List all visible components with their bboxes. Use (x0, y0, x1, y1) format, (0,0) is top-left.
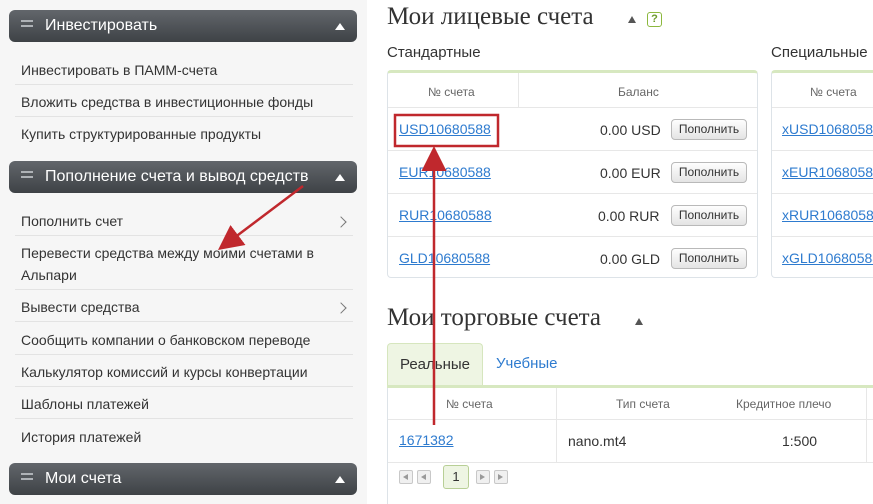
menu-grip-icon (21, 473, 33, 485)
section-title: Мои счета (45, 470, 122, 487)
sidebar-item-fee-calculator[interactable]: Калькулятор комиссий и курсы конвертации (15, 361, 353, 387)
chevron-right-icon (335, 215, 347, 228)
sidebar-item-label: Сообщить компании о банковском переводе (21, 332, 311, 348)
table-row: USD10680588 0.00 USD Пополнить (388, 108, 757, 151)
sidebar-item-transfer[interactable]: Перевести средства между моими счетами в… (15, 242, 353, 290)
first-page-icon[interactable] (399, 470, 413, 484)
collapse-arrow-icon[interactable] (335, 476, 345, 483)
table-row: xRUR10680588 (772, 194, 873, 237)
special-accounts-table: № счета xUSD10680588 xEUR10680588 xRUR10… (771, 70, 873, 278)
personal-accounts-title: Мои лицевые счета (387, 3, 594, 30)
current-page[interactable]: 1 (443, 465, 469, 489)
last-page-icon[interactable] (494, 470, 508, 484)
collapse-arrow-icon[interactable] (335, 174, 345, 181)
table-header-row: № счета (772, 73, 873, 108)
account-link-rur[interactable]: RUR10680588 (399, 207, 492, 223)
prev-page-icon[interactable] (417, 470, 431, 484)
column-header-number: № счета (428, 85, 475, 99)
sidebar-item-label: Калькулятор комиссий и курсы конвертации (21, 364, 308, 380)
special-accounts-label: Специальные (771, 44, 868, 61)
table-header-row: № счета Тип счета Кредитное плечо (388, 388, 873, 420)
section-title: Пополнение счета и вывод средств (45, 168, 309, 185)
collapse-arrow-icon[interactable] (335, 23, 345, 30)
account-type-value: nano.mt4 (568, 433, 627, 449)
section-header-my-accounts[interactable]: Мои счета (9, 463, 357, 495)
collapse-arrow-icon[interactable] (635, 318, 643, 325)
special-account-link-eur[interactable]: xEUR10680588 (782, 164, 873, 180)
table-row: 1671382 nano.mt4 1:500 (388, 420, 873, 463)
special-account-link-rur[interactable]: xRUR10680588 (782, 207, 873, 223)
tab-demo[interactable]: Учебные (496, 355, 558, 372)
section-title: Инвестировать (45, 17, 158, 34)
main-content: Мои лицевые счета ? Стандартные Специаль… (367, 0, 873, 504)
sidebar-item-structured-products[interactable]: Купить структурированные продукты (15, 123, 353, 149)
table-row: xGLD10680588 (772, 237, 873, 277)
trading-accounts-table: № счета Тип счета Кредитное плечо 167138… (387, 388, 873, 504)
balance-value: 0.00 GLD (600, 251, 660, 267)
sidebar-item-label: Вывести средства (21, 299, 140, 315)
sidebar-item-payment-templates[interactable]: Шаблоны платежей (15, 393, 353, 419)
table-header-row: № счета Баланс (388, 73, 757, 108)
sidebar-item-label: Шаблоны платежей (21, 396, 149, 412)
balance-value: 0.00 RUR (598, 208, 660, 224)
sidebar-item-label: Пополнить счет (21, 213, 124, 229)
special-account-link-gld[interactable]: xGLD10680588 (782, 250, 873, 266)
column-header-balance: Баланс (618, 85, 659, 99)
balance-value: 0.00 EUR (600, 165, 661, 181)
column-header-type: Тип счета (616, 397, 670, 411)
column-header-leverage: Кредитное плечо (736, 397, 832, 411)
section-header-invest[interactable]: Инвестировать (9, 10, 357, 42)
sidebar-item-label: История платежей (21, 429, 142, 445)
sidebar-item-label: Вложить средства в инвестиционные фонды (21, 94, 314, 110)
account-link-eur[interactable]: EUR10680588 (399, 164, 491, 180)
sidebar-item-withdraw[interactable]: Вывести средства (15, 296, 353, 322)
menu-grip-icon (21, 171, 33, 183)
sidebar-item-invest-funds[interactable]: Вложить средства в инвестиционные фонды (15, 91, 353, 117)
table-row: GLD10680588 0.00 GLD Пополнить (388, 237, 757, 277)
table-row: RUR10680588 0.00 RUR Пополнить (388, 194, 757, 237)
trading-account-link[interactable]: 1671382 (399, 432, 454, 448)
leverage-value: 1:500 (782, 433, 818, 449)
table-row: xUSD10680588 (772, 108, 873, 151)
sidebar-item-invest-pamm[interactable]: Инвестировать в ПАММ-счета (15, 59, 353, 85)
section-header-deposit-withdraw[interactable]: Пополнение счета и вывод средств (9, 161, 357, 193)
table-row: EUR10680588 0.00 EUR Пополнить (388, 151, 757, 194)
account-link-gld[interactable]: GLD10680588 (399, 250, 490, 266)
standard-accounts-label: Стандартные (387, 44, 481, 61)
sidebar-item-payment-history[interactable]: История платежей (15, 426, 353, 452)
special-account-link-usd[interactable]: xUSD10680588 (782, 121, 873, 137)
sidebar-item-bank-transfer-notice[interactable]: Сообщить компании о банковском переводе (15, 329, 353, 355)
sidebar-item-deposit[interactable]: Пополнить счет (15, 210, 353, 236)
help-icon[interactable]: ? (647, 12, 662, 27)
tab-real[interactable]: Реальные (387, 343, 483, 385)
column-header-number: № счета (446, 397, 493, 411)
balance-value: 0.00 USD (600, 122, 661, 138)
sidebar-item-label: Инвестировать в ПАММ-счета (21, 62, 218, 78)
next-page-icon[interactable] (476, 470, 490, 484)
sidebar-item-label: Купить структурированные продукты (21, 126, 262, 142)
topup-button[interactable]: Пополнить (671, 119, 747, 140)
trading-accounts-title: Мои торговые счета (387, 304, 602, 331)
standard-accounts-table: № счета Баланс USD10680588 0.00 USD Попо… (387, 70, 758, 278)
sidebar: Инвестировать Инвестировать в ПАММ-счета… (0, 0, 367, 504)
topup-button[interactable]: Пополнить (671, 248, 747, 269)
sidebar-item-label: Перевести средства между моими счетами в… (21, 245, 314, 283)
menu-grip-icon (21, 20, 33, 32)
chevron-right-icon (335, 301, 347, 314)
column-header-number: № счета (810, 85, 857, 99)
collapse-arrow-icon[interactable] (628, 16, 636, 23)
table-row: xEUR10680588 (772, 151, 873, 194)
topup-button[interactable]: Пополнить (671, 162, 747, 183)
topup-button[interactable]: Пополнить (671, 205, 747, 226)
account-link-usd[interactable]: USD10680588 (399, 121, 491, 137)
